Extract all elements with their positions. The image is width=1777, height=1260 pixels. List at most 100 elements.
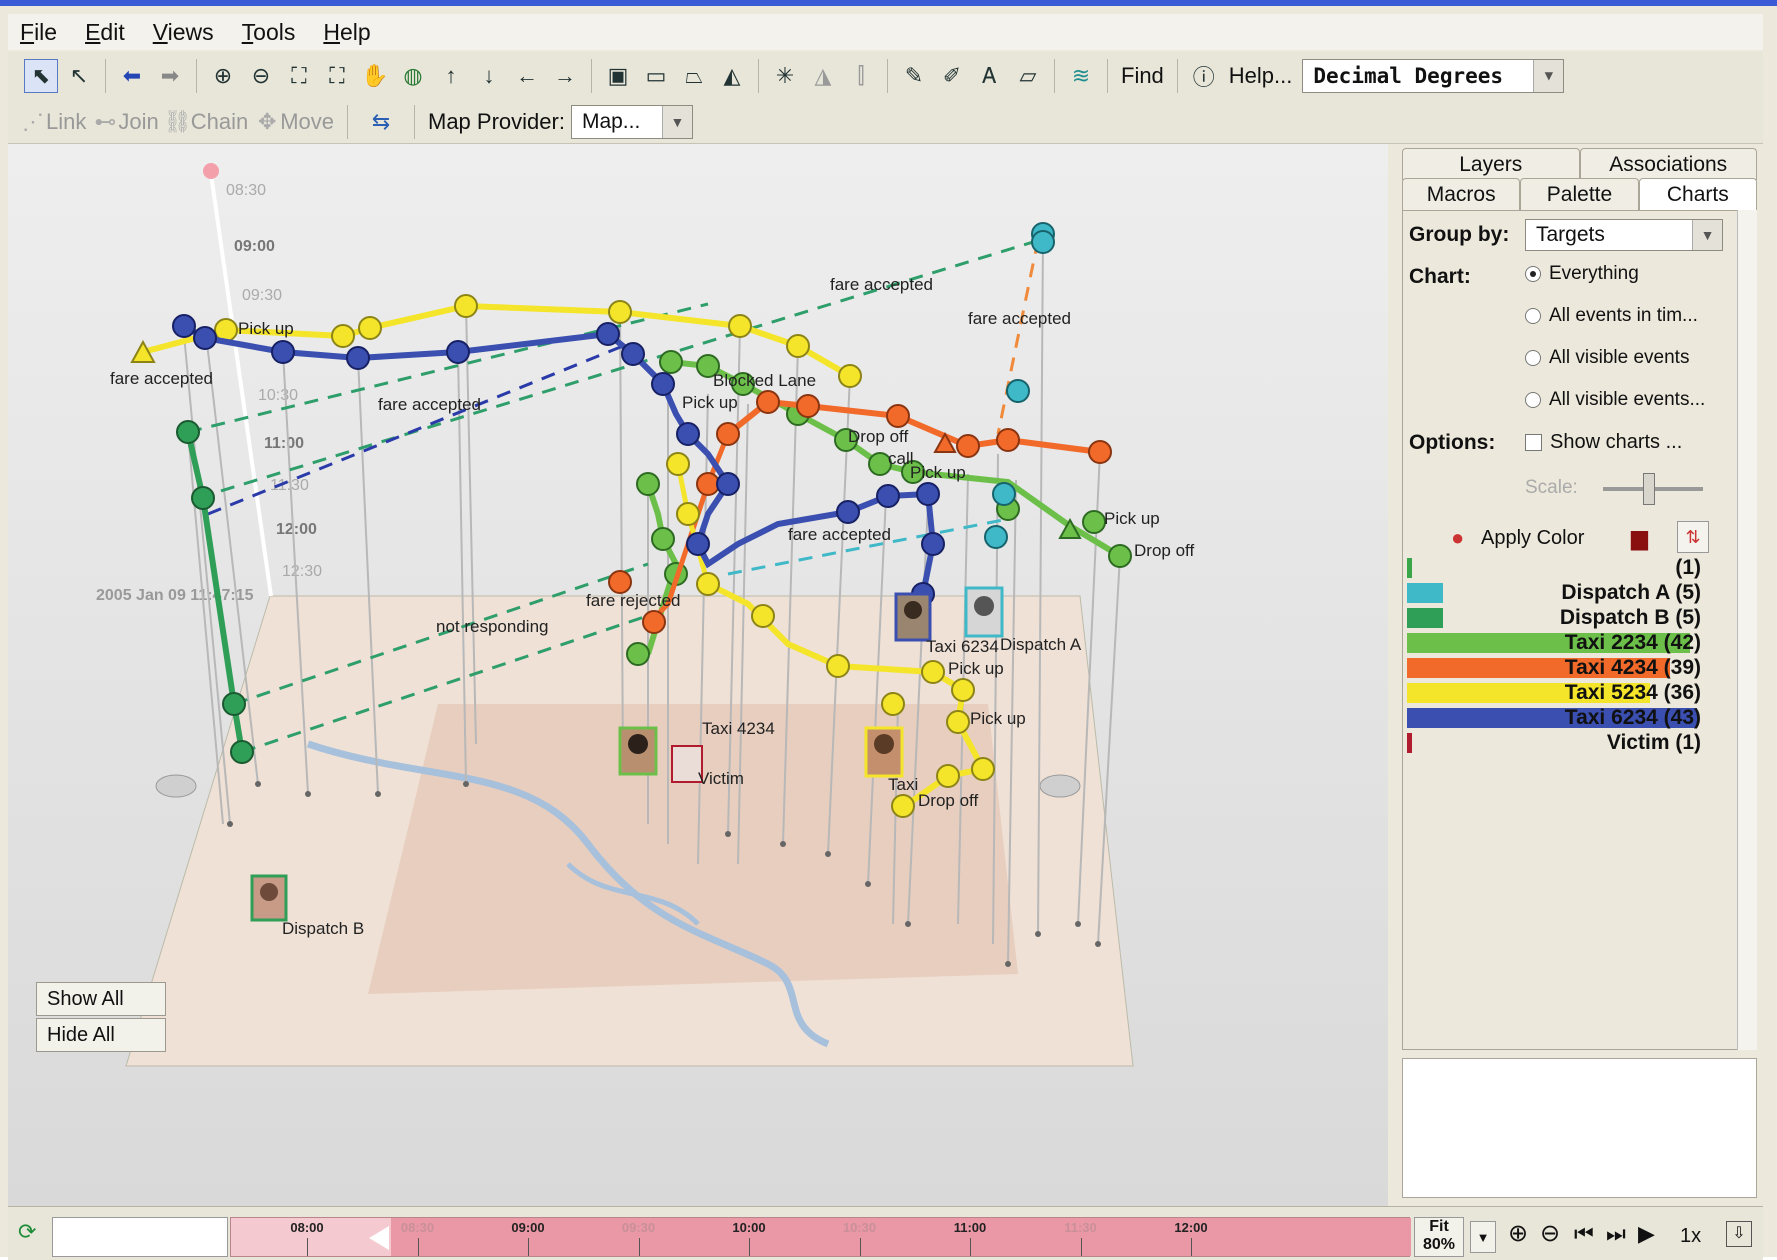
map-provider-select[interactable]: Map... ▼	[570, 104, 693, 139]
export-icon[interactable]: ⇩	[1726, 1221, 1752, 1247]
timeline-handle[interactable]	[369, 1226, 389, 1250]
geotemporal-3d-view[interactable]: 08:30 09:00 09:30 10:30 11:00 11:30 12:0…	[8, 144, 1388, 1206]
network-layout-icon[interactable]: ✳	[768, 59, 802, 93]
avatar[interactable]	[964, 586, 1004, 638]
forward-icon[interactable]: ➡	[153, 59, 187, 93]
highlighter-icon[interactable]: ✐	[935, 59, 969, 93]
legend-row[interactable]: (1)	[1407, 555, 1701, 580]
frame-icon[interactable]: ▣	[601, 59, 635, 93]
playback-speed[interactable]: 1x	[1680, 1225, 1701, 1248]
chevron-down-icon[interactable]: ▼	[661, 105, 692, 138]
legend-row[interactable]: Victim (1)	[1407, 730, 1701, 755]
time-axis-tick: 09:00	[234, 238, 275, 255]
menu-help[interactable]: Help	[323, 19, 370, 46]
coordinate-format-select[interactable]: Decimal Degrees ▼	[1302, 59, 1565, 93]
move-button[interactable]: Move	[280, 109, 334, 135]
play-icon[interactable]: ▶	[1638, 1221, 1655, 1247]
find-button[interactable]: Find	[1121, 63, 1164, 89]
text-tool-icon[interactable]: Ꭺ	[973, 59, 1007, 93]
legend-row[interactable]: Taxi 4234 (39)	[1407, 655, 1701, 680]
chart-option-events-in-time[interactable]: All events in tim...	[1525, 305, 1698, 327]
hide-all-button[interactable]: Hide All	[36, 1018, 166, 1052]
chart-option-everything[interactable]: Everything	[1525, 263, 1639, 285]
rectangle-icon[interactable]: ▭	[639, 59, 673, 93]
skip-start-icon[interactable]: ⏮	[1574, 1221, 1594, 1247]
event-label: Blocked Lane	[713, 371, 816, 390]
chain-button[interactable]: Chain	[191, 109, 248, 135]
panel-scrollbar[interactable]	[1737, 210, 1757, 1050]
entity-label: Dispatch A	[1000, 635, 1082, 654]
main-toolbar: ⬉ ↖ ⬅ ➡ ⊕ ⊖ ⛶ ⛶ ✋ ◍ ↑ ↓ ← → ▣ ▭ ⏢ ◭ ✳ ◮ …	[8, 52, 1763, 100]
show-all-button[interactable]: Show All	[36, 982, 166, 1016]
zoom-out-icon[interactable]: ⊖	[1540, 1219, 1560, 1248]
refresh-icon[interactable]: ⟳	[18, 1219, 44, 1245]
layers-toggle-icon[interactable]: ≋	[1064, 59, 1098, 93]
legend-row[interactable]: Dispatch B (5)	[1407, 605, 1701, 630]
down-arrow-icon[interactable]: ↓	[472, 59, 506, 93]
fit-selection-icon[interactable]: ⛶	[320, 59, 354, 93]
chevron-down-icon[interactable]: ▼	[1692, 220, 1722, 250]
perspective-icon[interactable]: ⏢	[677, 59, 711, 93]
map-handle-left[interactable]	[155, 774, 197, 798]
bar-chart-icon[interactable]: ▆	[1631, 525, 1648, 551]
pan-hand-icon[interactable]: ✋	[358, 59, 392, 93]
align-icon[interactable]: ⫿	[844, 59, 878, 93]
avatar[interactable]	[894, 592, 932, 642]
globe-icon[interactable]: ◍	[396, 59, 430, 93]
route-icon[interactable]: ⇆	[357, 105, 405, 139]
avatar[interactable]	[618, 726, 658, 776]
help-button[interactable]: Help...	[1229, 63, 1293, 89]
menu-edit[interactable]: Edit	[85, 19, 125, 46]
up-arrow-icon[interactable]: ↑	[434, 59, 468, 93]
help-icon[interactable]: ⓘ	[1187, 59, 1221, 93]
link-button[interactable]: Link	[46, 109, 86, 135]
chart-option-visible-events-more[interactable]: All visible events...	[1525, 389, 1705, 411]
tab-macros[interactable]: Macros	[1402, 178, 1521, 210]
chart-option-visible-events[interactable]: All visible events	[1525, 347, 1689, 369]
legend-row[interactable]: Taxi 2234 (42)	[1407, 630, 1701, 655]
flip-icon[interactable]: ◭	[715, 59, 749, 93]
tab-palette[interactable]: Palette	[1520, 178, 1639, 210]
legend-row[interactable]: Dispatch A (5)	[1407, 580, 1701, 605]
tab-associations[interactable]: Associations	[1579, 148, 1757, 180]
apply-color-button[interactable]: Apply Color	[1481, 527, 1584, 550]
pen-icon[interactable]: ✎	[897, 59, 931, 93]
scale-label: Scale:	[1525, 477, 1578, 498]
details-pane	[1402, 1058, 1757, 1198]
zoom-in-icon[interactable]: ⊕	[1508, 1219, 1528, 1248]
time-axis-cursor[interactable]	[203, 163, 219, 179]
tab-charts[interactable]: Charts	[1638, 178, 1757, 210]
left-arrow-icon[interactable]: ←	[510, 59, 544, 93]
menu-file[interactable]: File	[20, 19, 57, 46]
right-arrow-icon[interactable]: →	[548, 59, 582, 93]
timeline-track[interactable]: 08:00 08:30 09:00 09:30 10:00 10:30 11:00 11:30…	[230, 1217, 1411, 1257]
avatar[interactable]	[864, 726, 904, 778]
fit-all-icon[interactable]: ⛶	[282, 59, 316, 93]
chevron-down-icon[interactable]: ▼	[1533, 60, 1564, 92]
zoom-dropdown[interactable]: ▼	[1470, 1221, 1496, 1253]
event-label: Pick up	[1104, 509, 1160, 528]
map-handle-right[interactable]	[1039, 774, 1081, 798]
chart-option-label: All visible events...	[1549, 389, 1706, 410]
menu-views[interactable]: Views	[153, 19, 214, 46]
menu-tools[interactable]: Tools	[242, 19, 296, 46]
select-link-tool-icon[interactable]: ↖	[62, 59, 96, 93]
note-icon[interactable]: ▱	[1011, 59, 1045, 93]
scale-slider-thumb[interactable]	[1643, 473, 1655, 505]
avatar[interactable]	[250, 874, 288, 922]
legend-row[interactable]: Taxi 5234 (36)	[1407, 680, 1701, 705]
back-icon[interactable]: ⬅	[115, 59, 149, 93]
select-tool-icon[interactable]: ⬉	[24, 59, 58, 93]
join-button[interactable]: Join	[118, 109, 158, 135]
show-charts-checkbox[interactable]: Show charts ...	[1525, 431, 1682, 454]
chart-label: Chart:	[1409, 265, 1471, 288]
group-by-select[interactable]: Targets ▼	[1525, 219, 1723, 251]
zoom-in-icon[interactable]: ⊕	[206, 59, 240, 93]
step-forward-icon[interactable]: ⏭	[1606, 1221, 1626, 1247]
legend-row[interactable]: Taxi 6234 (43)	[1407, 705, 1701, 730]
sort-icon[interactable]: ⇅	[1677, 521, 1709, 553]
zoom-out-icon[interactable]: ⊖	[244, 59, 278, 93]
tab-layers[interactable]: Layers	[1402, 148, 1580, 180]
terrain-icon[interactable]: ◮	[806, 59, 840, 93]
fit-button[interactable]: Fit 80%	[1414, 1217, 1464, 1257]
